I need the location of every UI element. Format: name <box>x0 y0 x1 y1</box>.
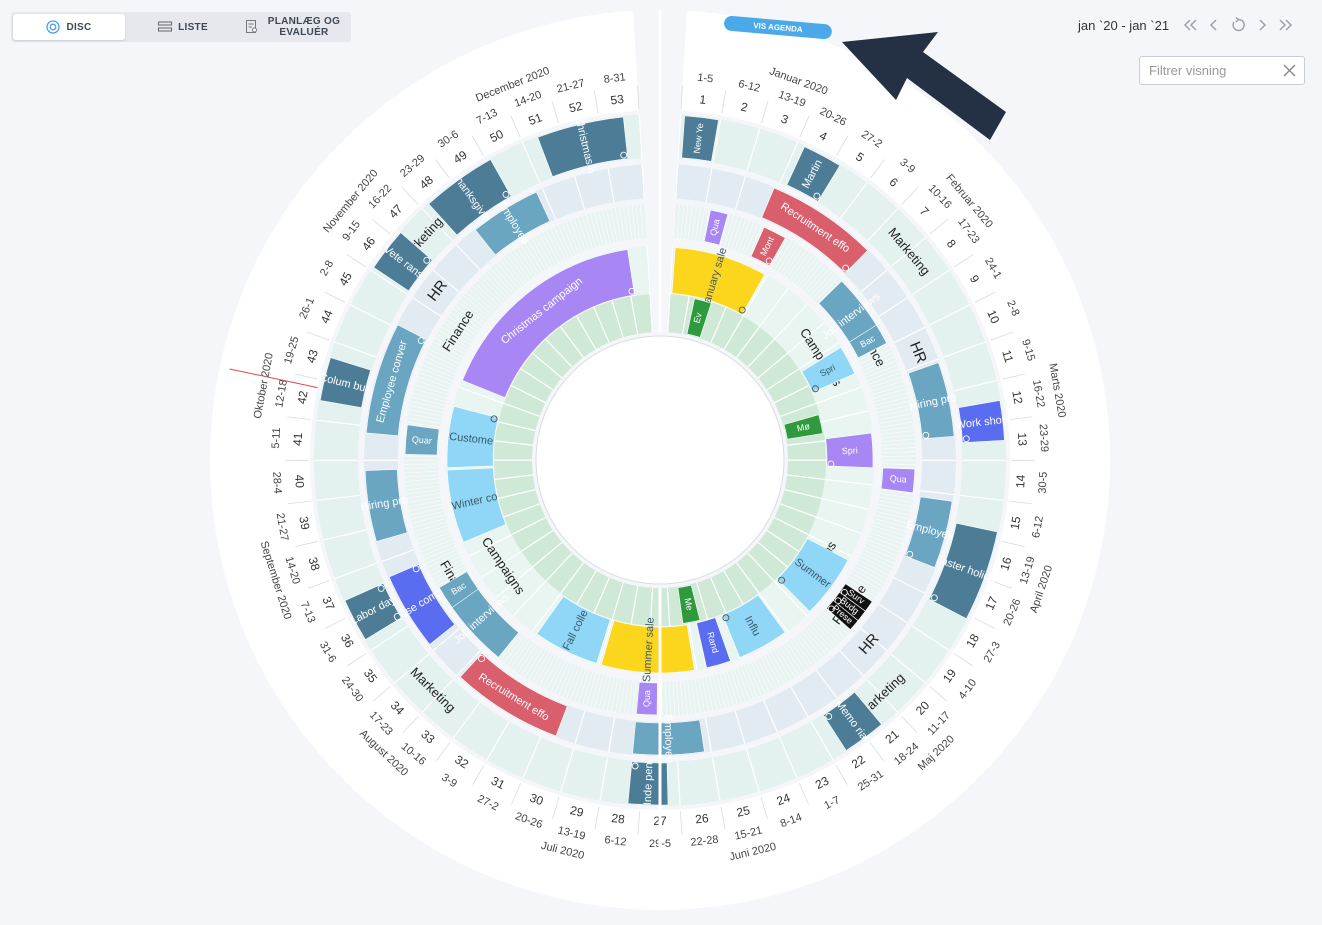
event-label: Quar <box>411 434 432 446</box>
week-number: 26 <box>694 811 709 826</box>
event-label: Qua <box>641 690 652 708</box>
week-number: 28 <box>611 811 626 826</box>
week-dates: 6-12 <box>604 834 627 848</box>
event-block[interactable]: Qua <box>635 681 658 716</box>
week-number: 13 <box>1015 432 1030 446</box>
event-block[interactable]: Work shop <box>955 400 1009 443</box>
annual-wheel: 11-526-12313-19420-26527-263-9710-16817-… <box>210 10 1111 911</box>
week-number: 42 <box>295 389 311 405</box>
week-dates: 23-29 <box>1037 424 1051 453</box>
event-block[interactable]: Hiring pro <box>360 469 409 542</box>
week-dates: 1-5 <box>697 72 714 86</box>
week-number: 53 <box>610 92 625 108</box>
week-number: 41 <box>290 432 305 446</box>
week-dates: 8-31 <box>603 71 626 86</box>
event-label: Spri <box>842 445 858 456</box>
week-number: 12 <box>1009 390 1025 406</box>
week-dates: 28-4 <box>270 471 283 494</box>
event-block[interactable]: Inde pen <box>627 761 669 806</box>
event-label: Employee <box>661 714 674 763</box>
week-number: 15 <box>1008 515 1024 531</box>
event-block[interactable]: Qua <box>880 467 916 494</box>
disc-center <box>535 335 785 585</box>
event-label: Inde pen <box>642 762 655 805</box>
event-block[interactable]: Quar <box>404 424 440 456</box>
week-dates: 5-11 <box>270 427 283 449</box>
week-number: 40 <box>292 474 307 488</box>
event-block[interactable]: Spri <box>825 432 874 468</box>
event-label: Qua <box>889 473 907 484</box>
week-number: 14 <box>1013 474 1028 488</box>
pointer-arrow-icon <box>842 32 1006 140</box>
week-dates: 30-5 <box>1037 471 1050 494</box>
week-number: 39 <box>296 515 312 531</box>
